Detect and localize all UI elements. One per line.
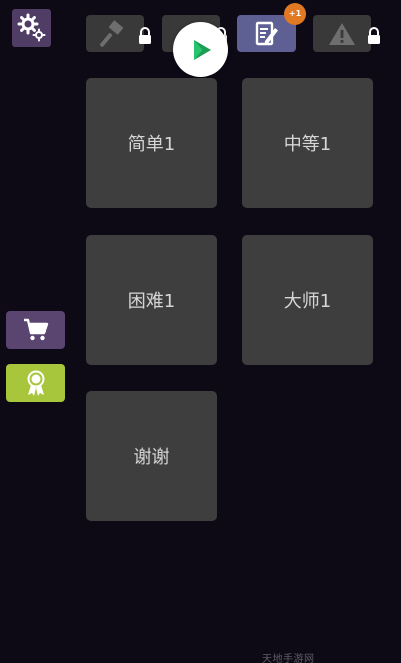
level-label: 简单1 bbox=[127, 134, 176, 155]
level-tile-thanks[interactable]: 谢谢 bbox=[86, 391, 217, 521]
warning-icon bbox=[329, 22, 355, 45]
achievements-button[interactable] bbox=[6, 364, 65, 402]
game-screen: +1 简单1 中等1 困难1 大师1 谢谢 天地手游网 bbox=[0, 0, 401, 663]
cart-icon bbox=[23, 318, 48, 341]
hammer-icon bbox=[99, 20, 124, 47]
level-label: 大师1 bbox=[283, 291, 332, 312]
play-icon bbox=[193, 39, 211, 60]
level-tile-hard[interactable]: 困难1 bbox=[86, 235, 217, 365]
notification-badge: +1 bbox=[284, 3, 306, 25]
level-label: 中等1 bbox=[283, 134, 332, 155]
level-tile-medium[interactable]: 中等1 bbox=[242, 78, 373, 208]
watermark-text: 天地手游网 bbox=[262, 654, 315, 663]
tab-hammer[interactable] bbox=[86, 15, 144, 52]
play-button[interactable] bbox=[173, 22, 228, 77]
level-tile-master[interactable]: 大师1 bbox=[242, 235, 373, 365]
tab-warning[interactable] bbox=[313, 15, 371, 52]
lock-icon bbox=[368, 27, 380, 44]
settings-button[interactable] bbox=[12, 9, 51, 47]
level-label: 困难1 bbox=[127, 291, 176, 312]
gears-icon bbox=[17, 13, 45, 42]
edit-document-icon bbox=[255, 21, 278, 45]
level-label: 谢谢 bbox=[133, 447, 170, 468]
lock-icon bbox=[139, 27, 151, 44]
level-tile-easy[interactable]: 简单1 bbox=[86, 78, 217, 208]
shop-button[interactable] bbox=[6, 311, 65, 349]
award-ribbon-icon bbox=[27, 370, 44, 396]
